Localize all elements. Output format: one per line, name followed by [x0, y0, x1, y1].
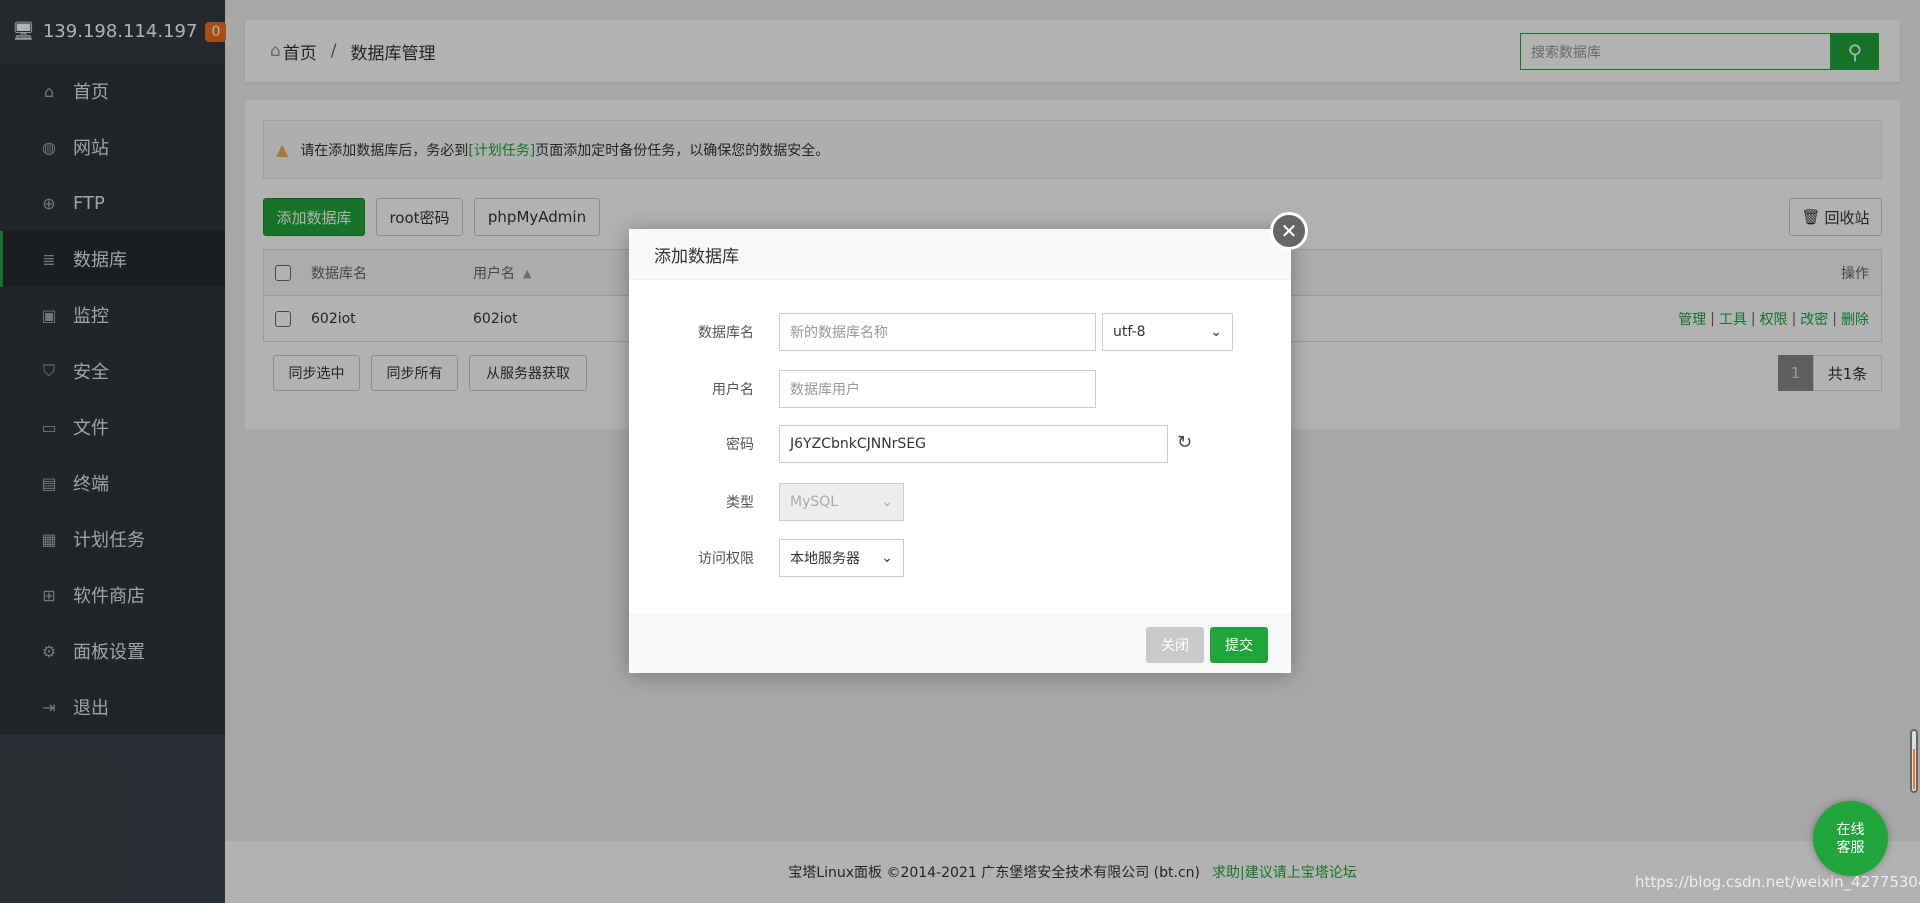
dialog-title: 添加数据库 — [629, 229, 1291, 280]
watermark: https://blog.csdn.net/weixin_42775304 — [1635, 873, 1920, 891]
db-name-input[interactable]: 新的数据库名称 — [779, 313, 1096, 351]
db-name-label: 数据库名 — [698, 325, 754, 341]
submit-button[interactable]: 提交 — [1210, 627, 1268, 663]
type-select: MySQL ⌄ — [779, 483, 904, 521]
service-line1: 在线 — [1836, 821, 1865, 838]
chevron-down-icon: ⌄ — [881, 550, 893, 566]
chevron-down-icon: ⌄ — [1210, 324, 1222, 340]
charset-value: utf-8 — [1113, 324, 1146, 340]
username-input[interactable]: 数据库用户 — [779, 370, 1096, 408]
type-value: MySQL — [790, 494, 839, 510]
access-value: 本地服务器 — [790, 551, 860, 567]
chevron-down-icon: ⌄ — [881, 494, 893, 510]
charset-select[interactable]: utf-8 ⌄ — [1102, 313, 1233, 351]
add-database-dialog: 添加数据库 数据库名 新的数据库名称 utf-8 ⌄ 用户名 数据库用户 密码 J… — [629, 229, 1291, 673]
password-label: 密码 — [726, 437, 754, 453]
type-label: 类型 — [726, 495, 754, 511]
access-select[interactable]: 本地服务器 ⌄ — [779, 539, 904, 577]
password-input[interactable]: J6YZCbnkCJNNrSEG — [779, 425, 1168, 463]
refresh-icon[interactable]: ↻ — [1177, 432, 1192, 453]
service-line2: 客服 — [1836, 839, 1865, 856]
scrollbar[interactable] — [1910, 729, 1918, 793]
online-service-button[interactable]: 在线 客服 — [1813, 801, 1888, 876]
username-label: 用户名 — [712, 382, 754, 398]
close-button[interactable]: 关闭 — [1146, 627, 1204, 663]
close-icon[interactable]: ✕ — [1270, 212, 1308, 250]
access-label: 访问权限 — [698, 551, 754, 567]
